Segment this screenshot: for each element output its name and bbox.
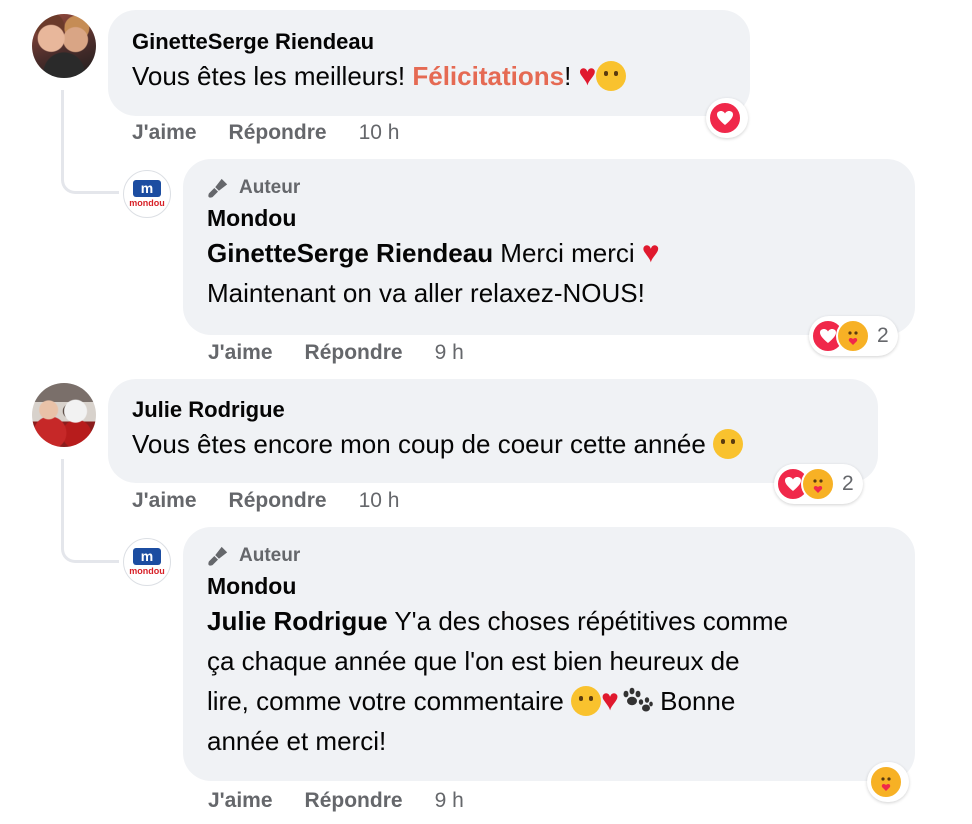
- mondou-logo-icon: m: [133, 547, 161, 565]
- rolling-laughing-face-icon: [596, 61, 627, 91]
- reaction-count: 2: [877, 324, 889, 347]
- comment-author[interactable]: GinetteSerge Riendeau: [132, 28, 726, 56]
- timestamp[interactable]: 10 h: [359, 121, 400, 145]
- reaction-summary[interactable]: [706, 98, 748, 138]
- comment-text: Vous êtes encore mon coup de coeur cette…: [132, 424, 854, 464]
- reply-button[interactable]: Répondre: [305, 341, 403, 365]
- like-button[interactable]: J'aime: [132, 121, 197, 145]
- author-badge: Auteur: [207, 175, 891, 201]
- reaction-summary[interactable]: 2: [774, 464, 863, 504]
- like-button[interactable]: J'aime: [132, 489, 197, 513]
- timestamp[interactable]: 9 h: [435, 341, 464, 365]
- avatar-mondou[interactable]: m mondou: [123, 170, 171, 218]
- mondou-logo-icon: m: [133, 179, 161, 197]
- reaction-summary[interactable]: [867, 762, 909, 802]
- reply-button[interactable]: Répondre: [229, 121, 327, 145]
- reaction-summary[interactable]: 2: [809, 316, 898, 356]
- reply-author[interactable]: Mondou: [207, 571, 891, 601]
- reply-text: GinetteSerge Riendeau Merci merci ♥ Main…: [207, 236, 660, 309]
- comment-author[interactable]: Julie Rodrigue: [132, 396, 854, 424]
- reply-button[interactable]: Répondre: [229, 489, 327, 513]
- reply-button[interactable]: Répondre: [305, 789, 403, 813]
- heart-emoji-icon: ♥: [601, 684, 619, 717]
- author-badge: Auteur: [207, 543, 891, 569]
- comment-bubble: GinetteSerge Riendeau Vous êtes les meil…: [108, 10, 750, 116]
- like-button[interactable]: J'aime: [208, 341, 273, 365]
- avatar-mondou[interactable]: m mondou: [123, 538, 171, 586]
- comment-actions: J'aime Répondre 10 h: [132, 489, 399, 513]
- paw-prints-icon: [623, 687, 653, 712]
- reply-actions: J'aime Répondre 9 h: [208, 341, 464, 365]
- reply-connector: [61, 90, 119, 194]
- like-button[interactable]: J'aime: [208, 789, 273, 813]
- winking-face-icon: [571, 686, 602, 716]
- smiling-face-with-hearts-icon: [713, 429, 744, 459]
- mention-link[interactable]: Julie Rodrigue: [207, 606, 388, 636]
- heart-emoji-icon: ♥: [641, 236, 660, 269]
- avatar-julie[interactable]: [32, 383, 96, 447]
- microphone-icon: [208, 178, 228, 198]
- reply-actions: J'aime Répondre 9 h: [208, 789, 464, 813]
- timestamp[interactable]: 10 h: [359, 489, 400, 513]
- heart-emoji-icon: ♥: [578, 59, 597, 92]
- timestamp[interactable]: 9 h: [435, 789, 464, 813]
- reaction-count: 2: [842, 472, 854, 495]
- care-reaction-icon: [801, 467, 835, 501]
- comment-bubble: Julie Rodrigue Vous êtes encore mon coup…: [108, 379, 878, 483]
- love-reaction-icon: [708, 101, 742, 135]
- highlight-word: Félicitations: [412, 61, 565, 91]
- reply-bubble: Auteur Mondou GinetteSerge Riendeau Merc…: [183, 159, 915, 335]
- reply-connector: [61, 459, 119, 563]
- comment-actions: J'aime Répondre 10 h: [132, 121, 399, 145]
- reply-text: Julie Rodrigue Y'a des choses répétitive…: [207, 606, 789, 756]
- microphone-icon: [208, 546, 228, 566]
- avatar-ginette[interactable]: [32, 14, 96, 78]
- comment-text: Vous êtes les meilleurs! Félicitations! …: [132, 56, 726, 96]
- reply-author[interactable]: Mondou: [207, 203, 891, 233]
- mention-link[interactable]: GinetteSerge Riendeau: [207, 238, 493, 268]
- reply-bubble: Auteur Mondou Julie Rodrigue Y'a des cho…: [183, 527, 915, 781]
- care-reaction-icon: [836, 319, 870, 353]
- care-reaction-icon: [869, 765, 903, 799]
